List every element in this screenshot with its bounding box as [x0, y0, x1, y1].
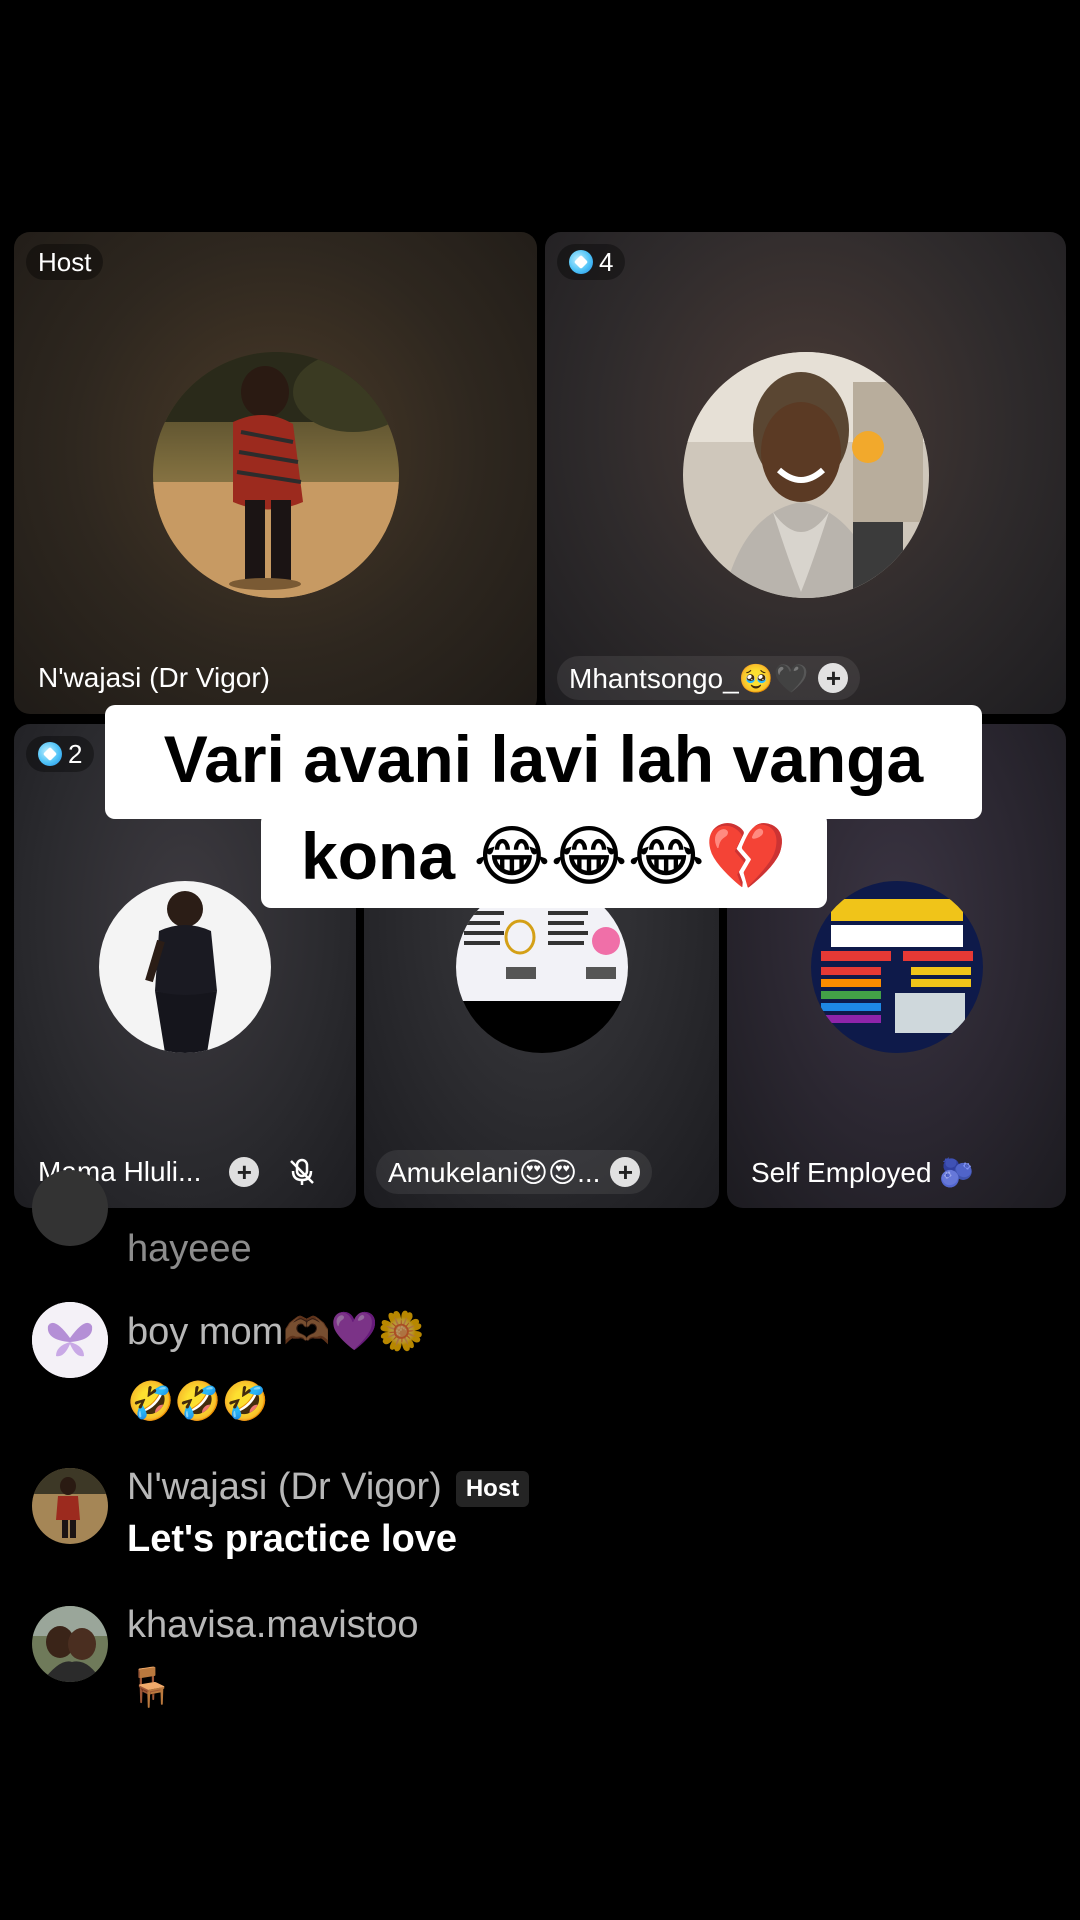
host-name-bar: N'wajasi (Dr Vigor) [26, 656, 270, 700]
host-badge: Host [26, 244, 104, 280]
chat-avatar[interactable] [32, 1302, 108, 1378]
chat-message-text: Let's practice love [127, 1518, 458, 1560]
host-name: N'wajasi (Dr Vigor) [38, 662, 270, 693]
guest-name-bar: Self Employed 🫐 [739, 1150, 974, 1194]
gem-icon [38, 742, 62, 766]
chat-item: khavisa.mavistoo 🪑 [0, 1602, 1080, 1722]
guest-name: Mhantsongo_🥹🖤 [569, 662, 809, 694]
chat-partial-text: hayeee [127, 1228, 252, 1270]
chat-item: N'wajasi (Dr Vigor) Host Let's practice l… [0, 1466, 1080, 1576]
guest-tile-mhantsongo[interactable]: 4 Mhantsongo_🥹🖤 + [545, 232, 1066, 714]
chat-message-text: 🤣🤣🤣 [127, 1381, 269, 1423]
host-tag: Host [455, 1470, 530, 1507]
host-badge-label: Host [38, 246, 92, 277]
guest-name-pill[interactable]: Mhantsongo_🥹🖤 + [557, 656, 861, 700]
guest-name: Self Employed 🫐 [751, 1156, 975, 1188]
guest-avatar[interactable] [810, 881, 983, 1053]
host-avatar[interactable] [152, 352, 399, 598]
chat-username[interactable]: boy mom🫶🏾💜🌼 [127, 1310, 425, 1354]
mic-muted-icon [287, 1157, 317, 1187]
guest-name-bar: Mhantsongo_🥹🖤 + [557, 656, 861, 700]
caption-line-2: kona 😂😂😂💔 [261, 812, 827, 908]
chat-message-text: 🪑 [127, 1667, 175, 1709]
guest-name: Amukelani😍😍... [388, 1156, 601, 1188]
gift-badge: 2 [26, 736, 95, 772]
chat-avatar[interactable] [32, 1468, 108, 1544]
guest-name-bar: Amukelani😍😍... + [376, 1150, 653, 1194]
live-multi-guest-screen: Host N'wajasi (Dr Vigor) 4 Mhantsongo_🥹🖤… [0, 0, 1080, 1920]
chat-username-text: N'wajasi (Dr Vigor) [127, 1466, 442, 1508]
guest-tile-host[interactable]: Host N'wajasi (Dr Vigor) [14, 232, 537, 714]
gift-badge-count: 2 [68, 738, 83, 769]
gem-icon [569, 250, 593, 274]
guest-name-pill[interactable]: Amukelani😍😍... + [376, 1150, 653, 1194]
guest-avatar[interactable] [682, 352, 929, 598]
chat-avatar[interactable] [32, 1606, 108, 1682]
chat-username[interactable]: N'wajasi (Dr Vigor) Host [127, 1466, 530, 1509]
gift-badge-count: 4 [599, 246, 614, 277]
chat-username[interactable]: khavisa.mavistoo [127, 1604, 418, 1647]
chat-item-partial: hayeee [0, 1170, 1080, 1280]
follow-plus-icon[interactable]: + [229, 1157, 260, 1187]
gift-badge: 4 [557, 244, 626, 280]
caption-line-1: Vari avani lavi lah vanga [105, 705, 982, 819]
follow-plus-icon[interactable]: + [818, 663, 849, 693]
follow-plus-icon[interactable]: + [610, 1157, 641, 1187]
chat-avatar[interactable] [32, 1170, 108, 1246]
chat-item: boy mom🫶🏾💜🌼 🤣🤣🤣 [0, 1300, 1080, 1440]
guest-avatar[interactable] [99, 881, 271, 1053]
